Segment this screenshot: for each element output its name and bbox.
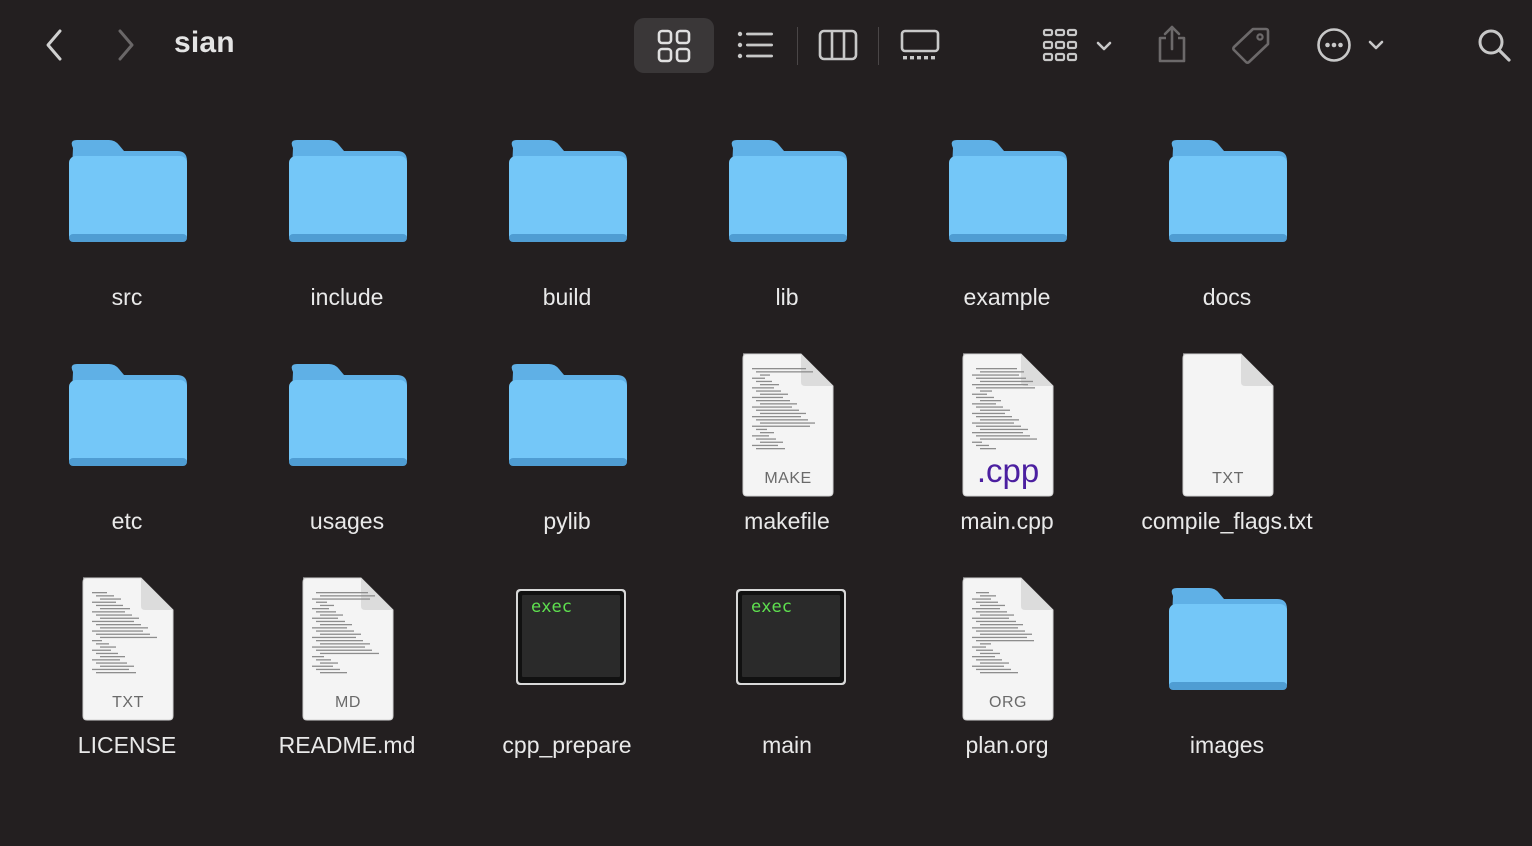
item-icon	[1117, 572, 1337, 722]
item-icon	[17, 124, 237, 274]
item-icon	[457, 348, 677, 498]
folder-icon	[509, 364, 627, 466]
folder-icon	[289, 140, 407, 242]
file-grid: src include build lib example docs etc usages py…	[0, 0, 1532, 846]
folder-item[interactable]: src	[17, 124, 237, 348]
item-name: main	[762, 732, 812, 758]
folder-item[interactable]: docs	[1117, 124, 1337, 348]
item-name: example	[963, 284, 1051, 310]
item-icon: MD	[237, 572, 457, 722]
item-name: cpp_prepare	[502, 732, 632, 758]
item-name: main.cpp	[960, 508, 1054, 534]
file-item[interactable]: MAKE makefile	[677, 348, 897, 572]
item-name: plan.org	[965, 732, 1049, 758]
file-type-badge: ORG	[989, 694, 1027, 711]
file-type-badge: TXT	[112, 694, 144, 711]
exec-badge: exec	[751, 597, 792, 617]
file-type-badge: .cpp	[976, 452, 1040, 489]
item-icon	[677, 124, 897, 274]
folder-icon	[289, 364, 407, 466]
folder-icon	[729, 140, 847, 242]
folder-icon	[69, 364, 187, 466]
item-icon	[457, 124, 677, 274]
item-icon	[1117, 124, 1337, 274]
item-icon: exec	[457, 572, 677, 722]
item-icon	[17, 348, 237, 498]
file-item[interactable]: .cpp main.cpp	[897, 348, 1117, 572]
folder-icon	[1169, 140, 1287, 242]
file-item[interactable]: MD README.md	[237, 572, 457, 796]
file-item[interactable]: ORG plan.org	[897, 572, 1117, 796]
item-name: build	[542, 284, 592, 310]
file-item[interactable]: exec cpp_prepare	[457, 572, 677, 796]
item-icon: ORG	[897, 572, 1117, 722]
item-name: README.md	[278, 732, 416, 758]
folder-item[interactable]: pylib	[457, 348, 677, 572]
folder-item[interactable]: images	[1117, 572, 1337, 796]
item-icon	[897, 124, 1117, 274]
item-name: include	[310, 284, 384, 310]
folder-item[interactable]: build	[457, 124, 677, 348]
item-name: docs	[1202, 284, 1252, 310]
folder-item[interactable]: etc	[17, 348, 237, 572]
folder-icon	[1169, 588, 1287, 690]
item-icon	[237, 124, 457, 274]
item-name: src	[111, 284, 143, 310]
folder-item[interactable]: include	[237, 124, 457, 348]
file-item[interactable]: TXT LICENSE	[17, 572, 237, 796]
item-icon	[237, 348, 457, 498]
item-icon: .cpp	[897, 348, 1117, 498]
folder-icon	[949, 140, 1067, 242]
terminal-icon	[736, 589, 846, 685]
item-name: etc	[111, 508, 143, 534]
folder-icon	[509, 140, 627, 242]
item-icon: exec	[677, 572, 897, 722]
item-name: usages	[309, 508, 385, 534]
exec-badge: exec	[531, 597, 572, 617]
item-name: lib	[775, 284, 799, 310]
folder-icon	[69, 140, 187, 242]
folder-item[interactable]: example	[897, 124, 1117, 348]
item-icon: TXT	[17, 572, 237, 722]
item-name: pylib	[543, 508, 591, 534]
folder-item[interactable]: usages	[237, 348, 457, 572]
terminal-icon	[516, 589, 626, 685]
file-type-badge: MAKE	[764, 470, 812, 487]
item-icon: TXT	[1117, 348, 1337, 498]
item-name: compile_flags.txt	[1141, 508, 1313, 534]
file-item[interactable]: TXT compile_flags.txt	[1117, 348, 1337, 572]
folder-item[interactable]: lib	[677, 124, 897, 348]
item-name: LICENSE	[77, 732, 177, 758]
item-icon: MAKE	[677, 348, 897, 498]
file-type-badge: TXT	[1212, 470, 1244, 487]
item-name: makefile	[744, 508, 830, 534]
item-name: images	[1189, 732, 1265, 758]
file-type-badge: MD	[335, 694, 361, 711]
file-item[interactable]: exec main	[677, 572, 897, 796]
